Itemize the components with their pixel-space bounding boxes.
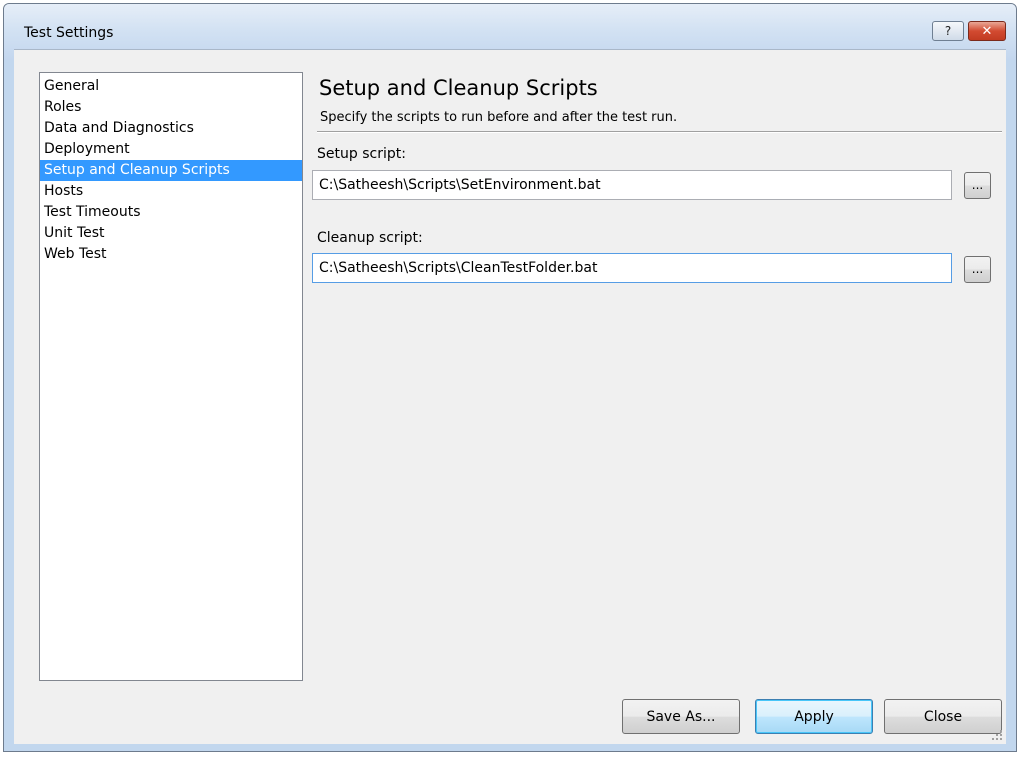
setup-script-input[interactable] [312,170,952,200]
test-settings-dialog: Test Settings ? ✕ General Roles Data and… [3,3,1017,752]
apply-button[interactable]: Apply [755,699,873,734]
panel-subtitle: Specify the scripts to run before and af… [320,110,678,125]
category-item-general[interactable]: General [40,76,302,97]
window-close-button[interactable]: ✕ [968,21,1006,41]
category-item-data-and-diagnostics[interactable]: Data and Diagnostics [40,118,302,139]
category-item-unit-test[interactable]: Unit Test [40,223,302,244]
category-item-setup-and-cleanup-scripts[interactable]: Setup and Cleanup Scripts [40,160,302,181]
category-item-roles[interactable]: Roles [40,97,302,118]
close-icon: ✕ [981,23,993,39]
question-mark-icon: ? [944,24,952,38]
header-separator [317,131,1002,133]
category-item-deployment[interactable]: Deployment [40,139,302,160]
help-button[interactable]: ? [932,21,964,41]
setup-script-label: Setup script: [317,146,406,162]
category-item-test-timeouts[interactable]: Test Timeouts [40,202,302,223]
cleanup-script-input[interactable] [312,253,952,283]
save-as-button[interactable]: Save As... [622,699,740,734]
panel-title: Setup and Cleanup Scripts [319,76,598,100]
category-item-hosts[interactable]: Hosts [40,181,302,202]
cleanup-script-label: Cleanup script: [317,230,423,246]
resize-grip-icon[interactable] [991,729,1003,741]
window-title: Test Settings [24,25,114,41]
setup-script-browse-button[interactable]: ... [964,172,991,199]
settings-category-list[interactable]: General Roles Data and Diagnostics Deplo… [39,72,303,681]
cleanup-script-browse-button[interactable]: ... [964,256,991,283]
dialog-client-area: General Roles Data and Diagnostics Deplo… [14,49,1006,744]
close-button[interactable]: Close [884,699,1002,734]
category-item-web-test[interactable]: Web Test [40,244,302,265]
